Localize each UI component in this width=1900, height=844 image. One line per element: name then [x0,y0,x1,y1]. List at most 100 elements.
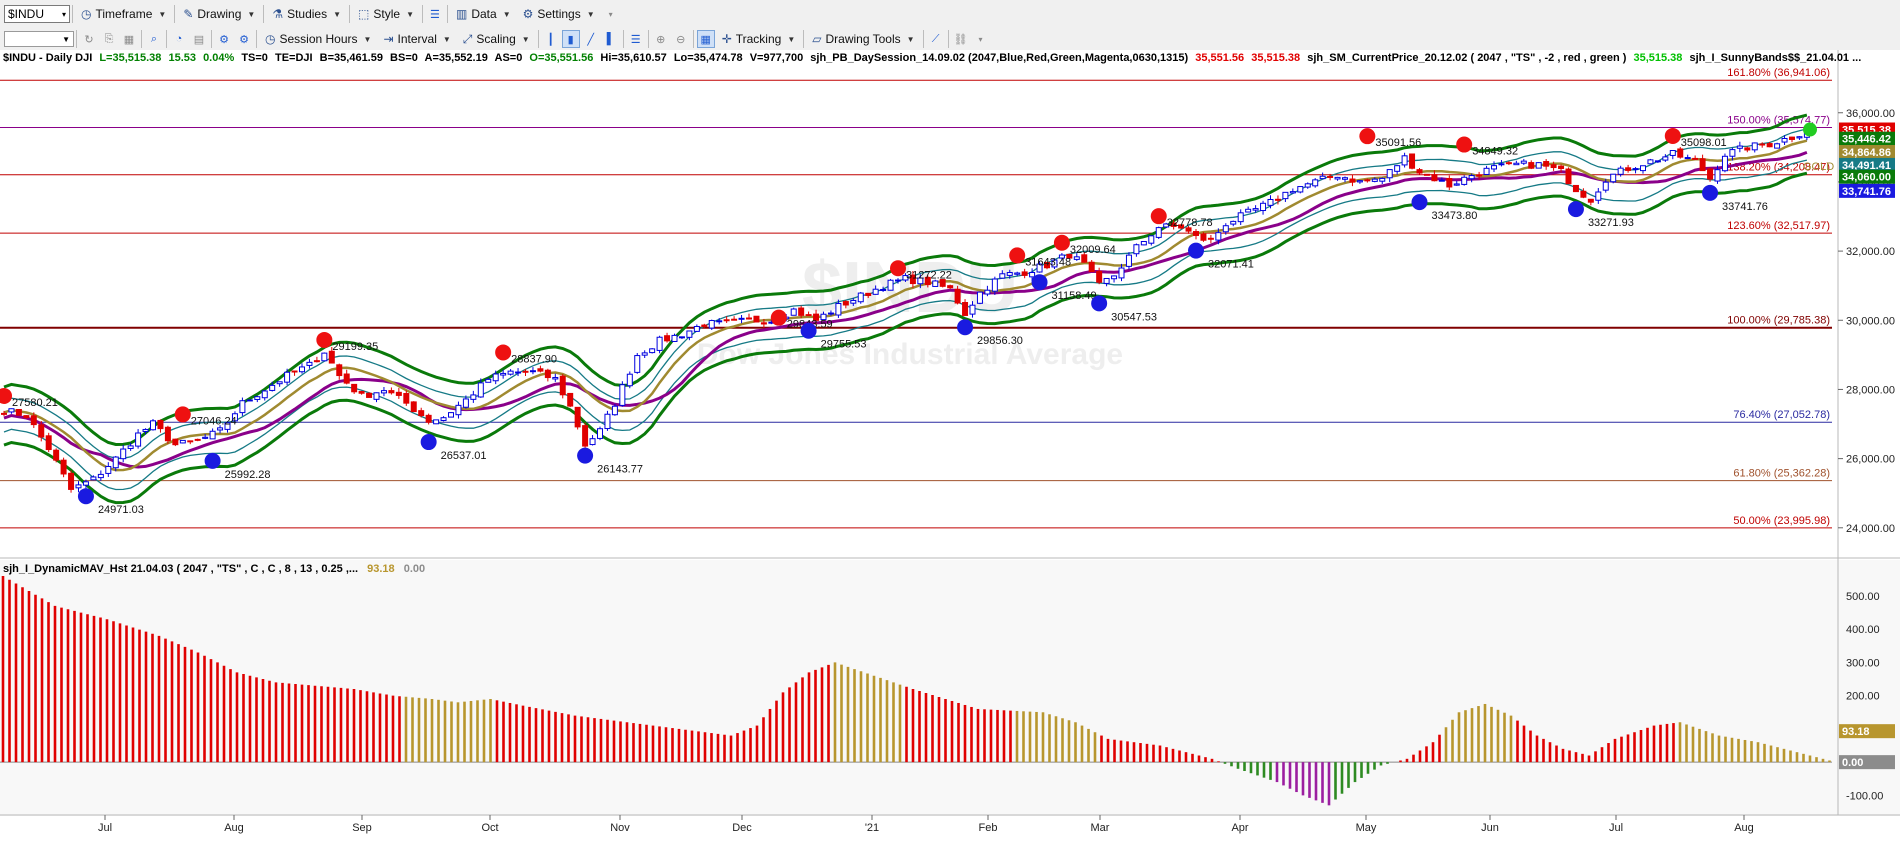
toolbar-separator [256,30,257,48]
scaling-menu[interactable]: ⤢ Scaling ▼ [457,28,536,50]
candle-body [53,449,60,461]
settings-menu[interactable]: ⚙ Settings ▼ [517,3,601,25]
price-tag-label: 35,446.42 [1842,134,1891,146]
data-menu[interactable]: ▥ Data ▼ [450,3,517,25]
study-sunny-bands: sjh_I_SunnyBands$$_21.04.01 ... [1689,52,1862,64]
candle-body [1133,244,1140,255]
overflow-icon[interactable]: ▾ [602,5,620,23]
candle-body [649,348,656,354]
volume-bars-icon[interactable]: ▌ [602,30,620,48]
overflow-icon[interactable]: ▾ [972,30,990,48]
candle-body [246,399,253,402]
link-icon[interactable]: ⛓ [952,30,970,48]
candle-body [1498,163,1505,166]
candle-body [1580,190,1587,198]
format-icon[interactable]: ▤ [190,30,208,48]
drawing-label: Drawing [197,7,242,21]
candle-body [671,334,678,342]
candle-body [641,352,648,356]
info-last: L=35,515.38 [99,52,162,64]
candle-body [1699,158,1706,172]
candle-body [425,414,432,423]
session-hours-menu[interactable]: ◷ Session Hours ▼ [259,28,377,50]
candle-body [1245,208,1252,213]
drawing-tools-menu[interactable]: ▱ Drawing Tools ▼ [806,28,920,50]
candle-body [127,445,134,449]
swing-high-marker [316,331,333,348]
clone-icon[interactable]: ⎘ [100,30,118,48]
candle-body [485,378,492,383]
symbol-value: $INDU [8,7,45,21]
price-chart[interactable]: $INDU Dow Jones Industrial Average 161.8… [0,50,1900,844]
candle-body [1714,169,1721,182]
study-settings-icon[interactable]: ⚙ [235,30,253,48]
tracking-menu[interactable]: ✛ Tracking ▼ [716,28,802,50]
chart-settings-icon[interactable]: ⚙ [215,30,233,48]
studies-menu[interactable]: ⚗ Studies ▼ [266,3,347,25]
zoom-in-icon[interactable]: ⊕ [652,30,670,48]
candle-body [261,390,268,399]
candlestick-icon[interactable]: ▮ [561,30,580,48]
trendline-icon[interactable]: ⟋ [927,30,945,48]
info-change-pct: 0.04% [203,52,235,64]
refresh-icon[interactable]: ↻ [80,30,98,48]
candle-body [1476,174,1483,177]
candle-body [239,400,246,414]
candle-body [544,369,551,379]
candle-body [1215,232,1222,241]
line-chart-icon[interactable]: ╱ [582,30,600,48]
search-icon[interactable]: ⌕ [145,30,163,48]
time-axis-label: Mar [1091,822,1110,834]
bar-chart-icon[interactable]: ┃ [542,30,560,48]
drawing-menu[interactable]: ✎ Drawing ▼ [177,3,261,25]
candle-body [1312,179,1319,187]
pencil-icon: ✎ [183,7,194,21]
candle-body [373,392,380,400]
hist-tag-label: 93.18 [1842,726,1870,738]
table-icon[interactable]: ▦ [696,30,715,48]
timer-icon[interactable]: ◔ [170,30,188,48]
price-axis-label: 26,000.00 [1846,454,1895,466]
time-axis-label: Aug [1734,822,1754,834]
swing-low-marker [577,447,594,464]
layout-icon[interactable]: ☰ [426,5,444,23]
candle-body [1409,153,1416,169]
candle-body [75,484,82,489]
candle-body [172,438,179,446]
candle-body [1453,183,1460,186]
toolbar-separator [803,30,805,48]
fib-level-label: 76.40% (27,052.78) [1733,409,1830,421]
zoom-out-icon[interactable]: ⊖ [672,30,690,48]
candle-body [1193,231,1199,236]
candle-body [366,392,373,398]
interval-menu[interactable]: ⇥ Interval ▼ [377,28,456,50]
symbol-input[interactable]: $INDU ▾ [4,5,70,23]
hist-axis-label: 200.00 [1846,691,1880,703]
time-axis-label: Dec [732,822,752,834]
chevron-down-icon: ▼ [62,34,70,44]
candle-body [1684,157,1691,160]
info-bid-size: BS=0 [390,52,418,64]
timeframe-menu[interactable]: ◷ Timeframe ▼ [75,3,172,25]
chevron-down-icon: ▼ [363,34,372,44]
candle-body [827,312,834,315]
swing-low-label: 33473.80 [1432,210,1478,222]
swing-low-marker [1188,242,1204,259]
info-change: 15.53 [168,52,196,64]
workspace-select[interactable]: ▼ [4,31,74,47]
grid-icon[interactable]: ▦ [120,30,138,48]
style-menu[interactable]: ⬚ Style ▼ [352,3,420,25]
toolbar-separator [349,5,351,23]
candle-body [1617,167,1624,175]
layout-icon[interactable]: ☰ [627,30,645,48]
candle-body [291,370,298,373]
candle-body [1535,162,1542,169]
candle-body [1327,175,1334,178]
fib-level-label: 50.00% (23,995.98) [1733,515,1830,527]
fib-level-label: 123.60% (32,517.97) [1727,220,1830,232]
candle-body [1572,184,1579,193]
candle-body [798,307,805,316]
chevron-down-icon: ▼ [502,9,511,19]
info-symbol: $INDU - Daily DJI [3,52,93,64]
scaling-label: Scaling [476,32,516,46]
